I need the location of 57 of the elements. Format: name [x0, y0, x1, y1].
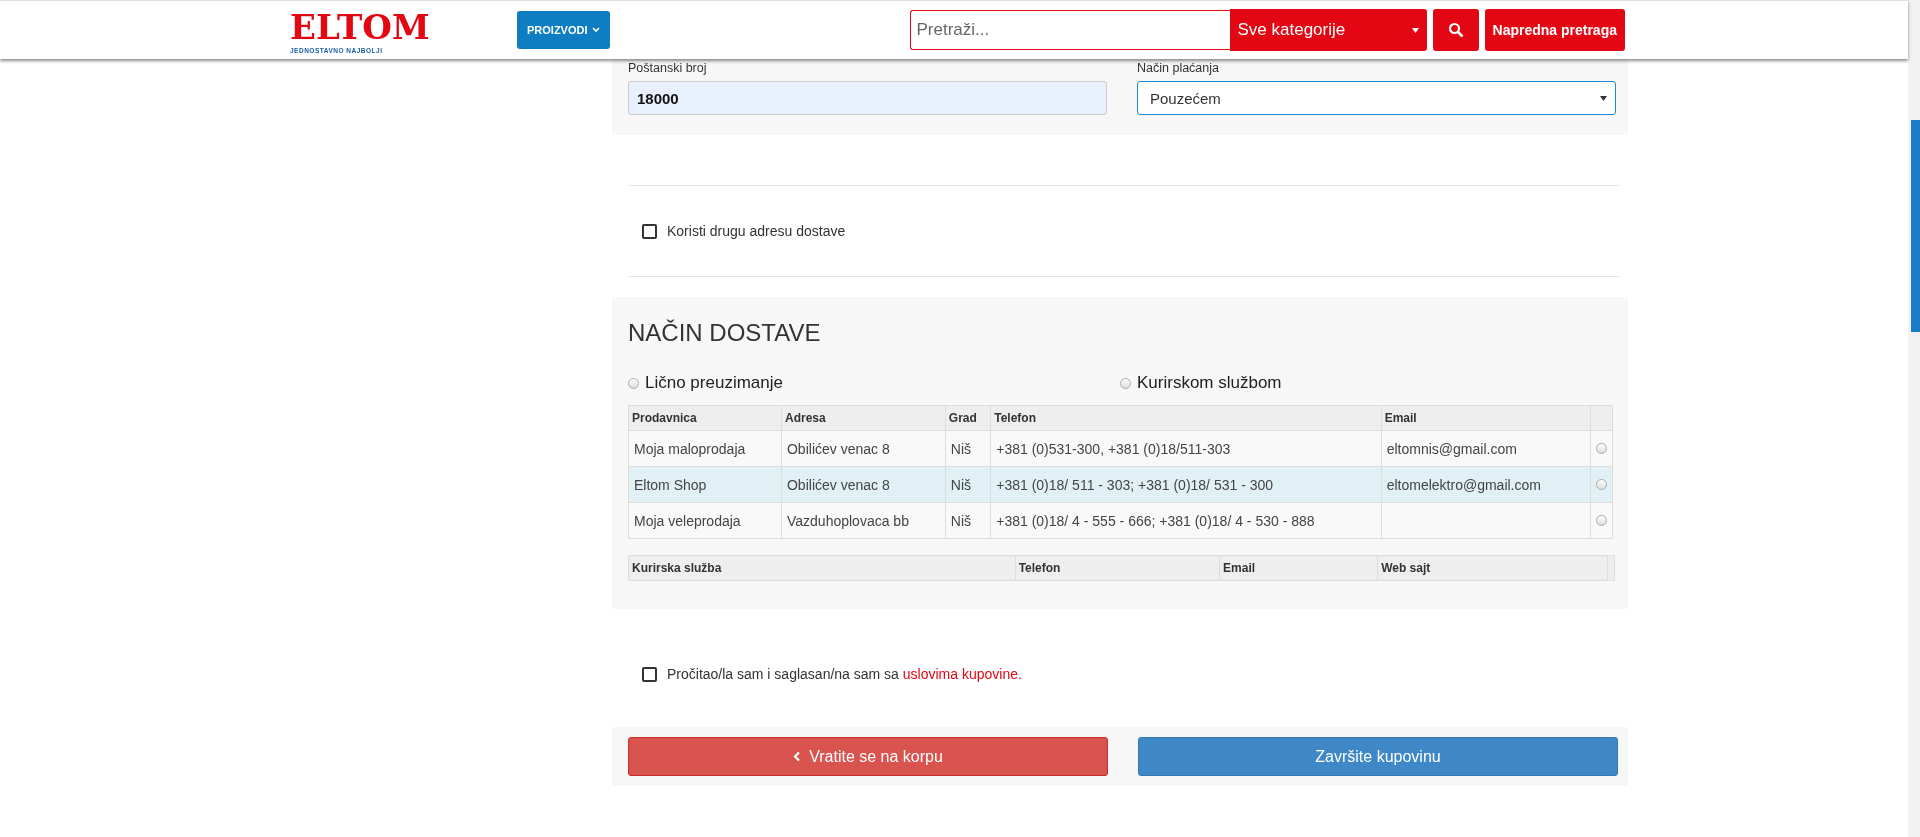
radio-button[interactable]	[1596, 442, 1607, 454]
table-cell: Obilićev venac 8	[781, 430, 946, 467]
radio-label: Lično preuzimanje	[645, 373, 783, 393]
radio-button[interactable]	[628, 377, 639, 389]
scrollbar[interactable]	[1908, 0, 1920, 837]
chevron-left-icon	[793, 751, 802, 762]
table-cell: +381 (0)18/ 4 - 555 - 666; +381 (0)18/ 4 - 530 - 888	[990, 502, 1382, 539]
column-header: Adresa	[781, 405, 946, 431]
radio-button[interactable]	[1596, 478, 1607, 490]
terms-text: Pročitao/la sam i saglasan/na sam sa uslovima kupovine.	[667, 666, 1022, 682]
products-menu-button[interactable]: PROIZVODI	[517, 11, 610, 49]
postal-code-field[interactable]: 18000	[628, 81, 1107, 115]
table-cell: +381 (0)18/ 511 - 303; +381 (0)18/ 531 - 300	[990, 466, 1382, 503]
field-label: Poštanski broj	[628, 61, 708, 75]
table-cell: Niš	[945, 502, 991, 539]
back-to-cart-button[interactable]: Vratite se na korpu	[628, 737, 1108, 776]
checkbox[interactable]	[642, 223, 657, 239]
table-cell: Eltom Shop	[628, 466, 782, 503]
checkbox[interactable]	[642, 666, 657, 682]
column-header: Email	[1381, 405, 1591, 431]
column-header: Telefon	[1015, 555, 1220, 581]
table-cell: Moja veleprodaja	[628, 502, 782, 539]
table-cell: Obilićev venac 8	[781, 466, 946, 503]
checkbox-label: Koristi drugu adresu dostave	[667, 223, 846, 239]
column-header: Kurirska služba	[628, 555, 1016, 581]
radio-button[interactable]	[1120, 377, 1131, 389]
table-row[interactable]: Eltom Shop Obilićev venac 8 Niš +381 (0)18/ 511 - 303; +381 (0)18/ 531 - 300 eltomelektro@gmail.com	[628, 466, 1613, 503]
category-select[interactable]: Sve kategorije	[1229, 9, 1427, 51]
payment-select[interactable]: Pouzećem	[1137, 81, 1616, 115]
caret-down-icon	[1411, 27, 1419, 33]
chevron-down-icon	[591, 27, 600, 33]
terms-link[interactable]: uslovima kupovine.	[902, 666, 1022, 682]
table-cell: eltomelektro@gmail.com	[1381, 466, 1591, 503]
radio-button[interactable]	[1596, 514, 1607, 526]
scrollbar-thumb[interactable]	[1911, 120, 1920, 332]
table-row[interactable]: Moja maloprodaja Obilićev venac 8 Niš +381 (0)531-300, +381 (0)18/511-303 eltomnis@gmail.com	[628, 430, 1613, 467]
table-cell: Moja maloprodaja	[628, 430, 782, 467]
column-header: Prodavnica	[628, 405, 782, 431]
radio-label: Kurirskom službom	[1137, 373, 1282, 393]
table-cell: +381 (0)531-300, +381 (0)18/511-303	[990, 430, 1382, 467]
advanced-search-button[interactable]: Napredna pretraga	[1484, 9, 1625, 51]
search-icon	[1447, 22, 1464, 38]
caret-down-icon	[1600, 95, 1607, 101]
field-label: Način plaćanja	[1137, 61, 1220, 75]
column-header: Telefon	[990, 405, 1382, 431]
search-button[interactable]	[1432, 9, 1479, 51]
table-row[interactable]: Moja veleprodaja Vazduhoplovaca bb Niš +381 (0)18/ 4 - 555 - 666; +381 (0)18/ 4 - 530 - 888	[628, 502, 1613, 539]
finish-purchase-button[interactable]: Završite kupovinu	[1138, 737, 1618, 776]
table-cell: Vazduhoplovaca bb	[781, 502, 946, 539]
table-cell: eltomnis@gmail.com	[1381, 430, 1591, 467]
column-header: Web sajt	[1377, 555, 1608, 581]
table-cell: Niš	[945, 430, 991, 467]
table-cell: Niš	[945, 466, 991, 503]
section-title: NAČIN DOSTAVE	[628, 319, 822, 347]
column-header: Grad	[945, 405, 991, 431]
column-header: Email	[1219, 555, 1378, 581]
search-field[interactable]: Pretraži...	[909, 10, 1230, 50]
